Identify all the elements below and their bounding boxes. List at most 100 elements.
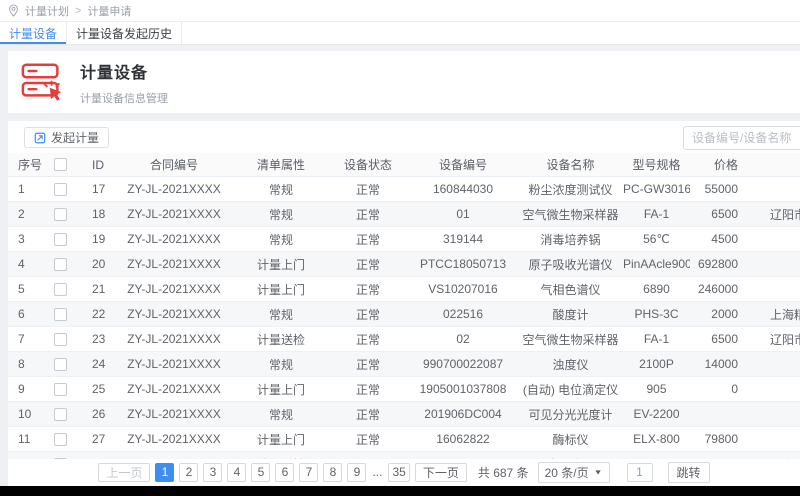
cell-id: 22 [92,307,106,321]
jump-button[interactable]: 跳转 [667,461,710,483]
column-header-device_no: 设备编号 [438,158,487,172]
cell-contract-no: ZY-JL-2021XXXX [127,232,221,246]
cell-id: 18 [92,207,106,221]
cell-seq: 1 [18,182,25,196]
initiate-measurement-button[interactable]: 发起计量 [24,127,110,148]
column-header-contract: 合同编号 [149,158,198,172]
cell-list-attribute: 计量上门 [256,257,305,272]
cell-seq: 3 [18,232,25,246]
column-header-status: 设备状态 [343,158,392,172]
breadcrumb-separator: > [75,4,82,17]
page-button-3[interactable]: 3 [203,462,223,482]
page-button-7[interactable]: 7 [299,462,319,482]
cell-seq: 10 [18,407,32,421]
row-checkbox[interactable] [53,232,67,246]
page-button-2[interactable]: 2 [179,462,199,482]
measurement-device-icon [21,63,62,101]
cell-device-status: 正常 [355,382,380,397]
page-button-9[interactable]: 9 [347,462,367,482]
row-checkbox [42,332,78,346]
row-checkbox[interactable] [53,407,67,421]
cell-device-status: 正常 [355,207,380,222]
cell-device-name: (自动) 电位滴定仪 [522,382,619,397]
cell-seq: 6 [18,307,25,321]
cell-device-status: 正常 [355,182,380,197]
row-checkbox[interactable] [53,332,67,346]
cell-model-spec: ELX-800 [633,432,680,446]
cell-id: 26 [92,407,106,421]
table-header-row: 序号 ID 合同编号 清单属性 设备状态 设备编号 设备名称 型号规格 价格 [8,153,800,177]
cell-list-attribute: 计量上门 [256,282,305,297]
cell-device-name: 可见分光光度计 [528,407,613,422]
table-row: 9 25 ZY-JL-2021XXXX 计量上门 正常 1905001037808 (自动)… [8,377,800,402]
cell-contract-no: ZY-JL-2021XXXX [127,407,221,421]
row-checkbox[interactable] [53,182,67,196]
breadcrumb: 计量计划 > 计量申请 [0,0,800,22]
cell-device-no: 1905001037808 [419,382,507,396]
table-row: 4 20 ZY-JL-2021XXXX 计量上门 正常 PTCC18050713 原子吸收光… [8,252,800,277]
table-row: 6 22 ZY-JL-2021XXXX 常规 正常 022516 酸度计 PHS-3C 2000… [8,302,800,327]
cell-price: 246000 [697,282,738,296]
row-checkbox[interactable] [53,432,67,446]
device-table-card: 发起计量 序号ID合同编号清单属性设备状态设备编号设备名称型号规格价格 117Z… [8,121,800,487]
cell-price: 14000 [704,357,738,371]
breadcrumb-item[interactable]: 计量计划 [25,3,69,19]
cell-device-status: 正常 [355,407,380,422]
page-size-select[interactable]: 20 条/页 ▼ [537,461,610,483]
page-button-5[interactable]: 5 [251,462,271,482]
cell-device-name: 浊度仪 [552,357,589,372]
table-row: 5 21 ZY-JL-2021XXXX 计量上门 正常 VS10207016 气相色谱仪 68… [8,277,800,302]
cell-seq: 2 [18,207,25,221]
column-header-model: 型号规格 [632,158,681,172]
table-row: 3 19 ZY-JL-2021XXXX 常规 正常 319144 消毒培养锅 56℃ 4500 [8,227,800,252]
breadcrumb-item[interactable]: 计量申请 [87,3,131,19]
cell-list-attribute: 常规 [268,207,293,222]
select-all-checkbox[interactable] [53,158,67,171]
row-checkbox[interactable] [53,282,67,296]
cell-contract-no: ZY-JL-2021XXXX [127,182,221,196]
prev-page-button[interactable]: 上一页 [98,462,151,482]
row-checkbox[interactable] [53,207,67,221]
cell-device-name: 消毒培养锅 [540,232,601,247]
row-checkbox[interactable] [53,357,67,371]
cell-price: 55000 [704,182,738,196]
page-button-35[interactable]: 35 [388,462,410,482]
column-header-attr: 清单属性 [256,158,305,172]
tab-measurement-devices[interactable]: 计量设备 [0,22,68,44]
cell-price: 2000 [711,307,738,321]
row-checkbox[interactable] [53,307,67,321]
table-row: 11 27 ZY-JL-2021XXXX 计量上门 正常 16062822 酶标仪 ELX-8… [8,427,800,452]
tab-initiation-history[interactable]: 计量设备发起历史 [67,22,183,44]
page-button-4[interactable]: 4 [227,462,247,482]
cell-list-attribute: 计量送检 [256,332,305,347]
cell-price: 6500 [711,332,738,346]
cell-seq: 11 [18,432,31,446]
page-button-6[interactable]: 6 [275,462,295,482]
page-button-8[interactable]: 8 [323,462,343,482]
row-checkbox [42,357,78,371]
next-page-button[interactable]: 下一页 [414,462,467,482]
cell-device-name: 粉尘浓度测试仪 [528,182,613,197]
table-row: 1228ZY-JL-2021XXXX计量送检正常T118147电导率仪EC215… [8,452,800,459]
page-subtitle: 计量设备信息管理 [80,92,168,105]
search-input[interactable] [683,126,800,150]
cell-price: 79800 [704,432,738,446]
cell-contract-no: ZY-JL-2021XXXX [127,432,221,446]
cell-model-spec: 2100P [639,357,674,371]
page-button-1[interactable]: 1 [155,462,175,482]
tab-bar: 计量设备 计量设备发起历史 [0,22,800,45]
toolbar: 发起计量 [8,121,800,153]
bottom-black-strip [0,486,800,496]
pages-ellipsis: ... [372,465,383,479]
initiate-icon [34,132,46,143]
cell-list-attribute: 常规 [268,357,293,372]
cell-contract-no: ZY-JL-2021XXXX [127,207,221,221]
cell-device-no: 02 [456,332,470,346]
cell-seq: 8 [18,357,25,371]
cell-device-name: 酸度计 [552,307,589,322]
jump-page-input[interactable] [626,462,653,482]
cell-device-status: 正常 [355,232,380,247]
table-row: 1 17 ZY-JL-2021XXXX 常规 正常 160844030 粉尘浓度测试仪 PC-… [8,177,800,202]
row-checkbox[interactable] [53,257,67,271]
row-checkbox[interactable] [53,382,67,396]
